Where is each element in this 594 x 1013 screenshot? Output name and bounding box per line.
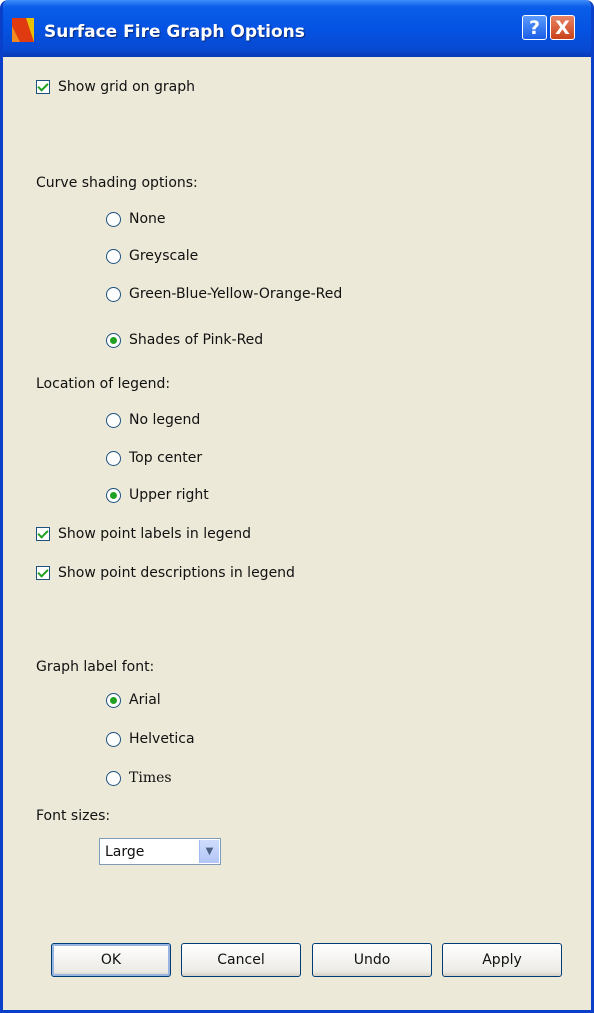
font-option-label: Arial: [129, 692, 161, 708]
legend-option-label: Top center: [129, 450, 203, 466]
title-bar[interactable]: Surface Fire Graph Options ? X: [3, 0, 591, 57]
cancel-button[interactable]: Cancel: [181, 943, 301, 977]
checkbox-box[interactable]: [36, 80, 50, 94]
apply-button[interactable]: Apply: [442, 943, 562, 977]
shading-option-greyscale[interactable]: Greyscale: [106, 248, 198, 264]
show-point-labels-checkbox[interactable]: Show point labels in legend: [36, 526, 251, 542]
font-sizes-heading: Font sizes:: [36, 808, 111, 824]
shading-option-label: Greyscale: [129, 248, 199, 264]
font-option-label: Times: [129, 770, 172, 786]
shading-option-label: Green-Blue-Yellow-Orange-Red: [129, 286, 343, 302]
chevron-down-icon[interactable]: ▼: [199, 840, 219, 863]
show-point-descriptions-label: Show point descriptions in legend: [58, 565, 295, 581]
font-option-label: Helvetica: [129, 731, 195, 747]
radio-button[interactable]: [106, 731, 121, 747]
show-grid-checkbox[interactable]: Show grid on graph: [36, 79, 195, 95]
font-size-select[interactable]: Large ▼: [99, 838, 221, 865]
shading-option-label: Shades of Pink-Red: [129, 332, 264, 348]
font-option-times[interactable]: Times: [106, 770, 172, 786]
checkbox-box[interactable]: [36, 566, 50, 580]
radio-button[interactable]: [106, 450, 121, 466]
radio-button[interactable]: [106, 770, 121, 786]
radio-button[interactable]: [106, 412, 121, 428]
checkbox-box[interactable]: [36, 527, 50, 541]
window-title: Surface Fire Graph Options: [44, 22, 305, 42]
legend-option-label: Upper right: [129, 487, 209, 503]
font-option-arial[interactable]: Arial: [106, 692, 161, 708]
shading-option-gbyor[interactable]: Green-Blue-Yellow-Orange-Red: [106, 286, 342, 302]
help-icon: ?: [528, 17, 541, 39]
close-button[interactable]: X: [550, 15, 575, 40]
radio-button[interactable]: [106, 211, 121, 227]
radio-button-selected[interactable]: [106, 692, 121, 708]
undo-button[interactable]: Undo: [312, 943, 432, 977]
legend-option-label: No legend: [129, 412, 201, 428]
dialog-window: Surface Fire Graph Options ? X Show grid…: [0, 0, 594, 1013]
legend-option-upper-right[interactable]: Upper right: [106, 487, 209, 503]
curve-shading-heading: Curve shading options:: [36, 175, 198, 191]
graph-label-font-heading: Graph label font:: [36, 659, 155, 675]
ok-button[interactable]: OK: [51, 943, 171, 977]
shading-option-none[interactable]: None: [106, 211, 166, 227]
radio-button-selected[interactable]: [106, 332, 121, 348]
show-grid-label: Show grid on graph: [58, 79, 195, 95]
shading-option-pink-red[interactable]: Shades of Pink-Red: [106, 332, 263, 348]
show-point-descriptions-checkbox[interactable]: Show point descriptions in legend: [36, 565, 295, 581]
radio-button-selected[interactable]: [106, 487, 121, 503]
shading-option-label: None: [129, 211, 166, 227]
font-option-helvetica[interactable]: Helvetica: [106, 731, 195, 747]
show-point-labels-label: Show point labels in legend: [58, 526, 251, 542]
radio-button[interactable]: [106, 248, 121, 264]
font-size-value: Large: [105, 844, 145, 860]
flame-graph-icon: [12, 18, 34, 42]
help-button[interactable]: ?: [522, 15, 547, 40]
legend-option-top-center[interactable]: Top center: [106, 450, 202, 466]
radio-button[interactable]: [106, 286, 121, 302]
legend-location-heading: Location of legend:: [36, 376, 171, 392]
legend-option-none[interactable]: No legend: [106, 412, 200, 428]
close-icon: X: [555, 17, 570, 39]
